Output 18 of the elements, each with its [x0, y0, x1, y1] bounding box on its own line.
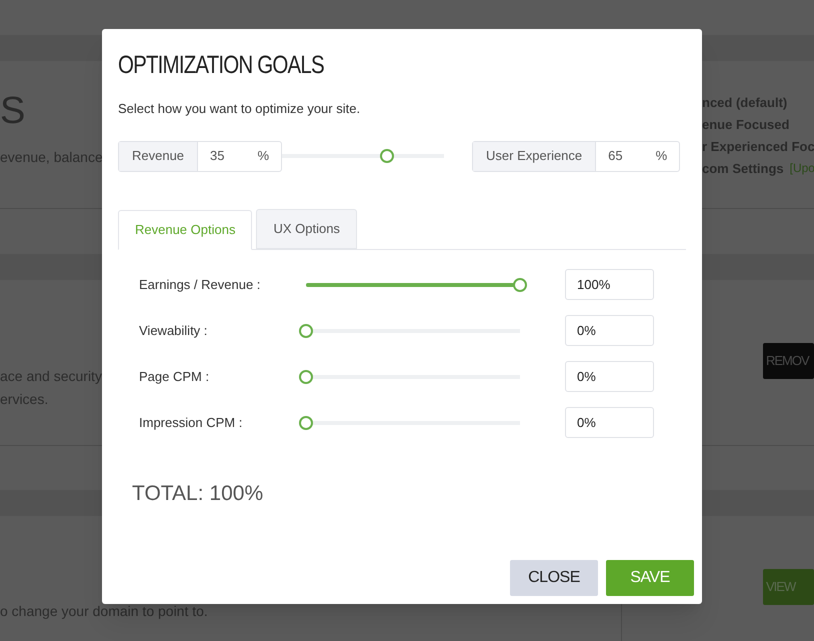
dialog-title: OPTIMIZATION GOALS	[118, 51, 325, 79]
total-text: TOTAL: 100%	[132, 480, 264, 506]
percent-field[interactable]: 100%	[565, 269, 654, 300]
percent-field[interactable]: 0%	[565, 361, 654, 392]
slider-thumb[interactable]	[380, 149, 394, 163]
option-label: Earnings / Revenue :	[139, 276, 262, 294]
slider-thumb[interactable]	[513, 278, 527, 292]
tab[interactable]: UX Options	[256, 208, 357, 248]
description: Select how you want to optimize your site.	[118, 100, 362, 118]
slider-thumb[interactable]	[299, 324, 313, 338]
percent-field[interactable]: 0%	[565, 407, 654, 438]
slider-thumb[interactable]	[299, 370, 313, 384]
percent-field[interactable]: 0%	[565, 315, 654, 346]
close-button[interactable]: CLOSE	[510, 560, 598, 596]
slider-thumb[interactable]	[299, 416, 313, 430]
option-label: Impression CPM :	[139, 414, 244, 432]
option-label: Page CPM :	[139, 368, 210, 386]
option-label: Viewability :	[139, 322, 208, 340]
